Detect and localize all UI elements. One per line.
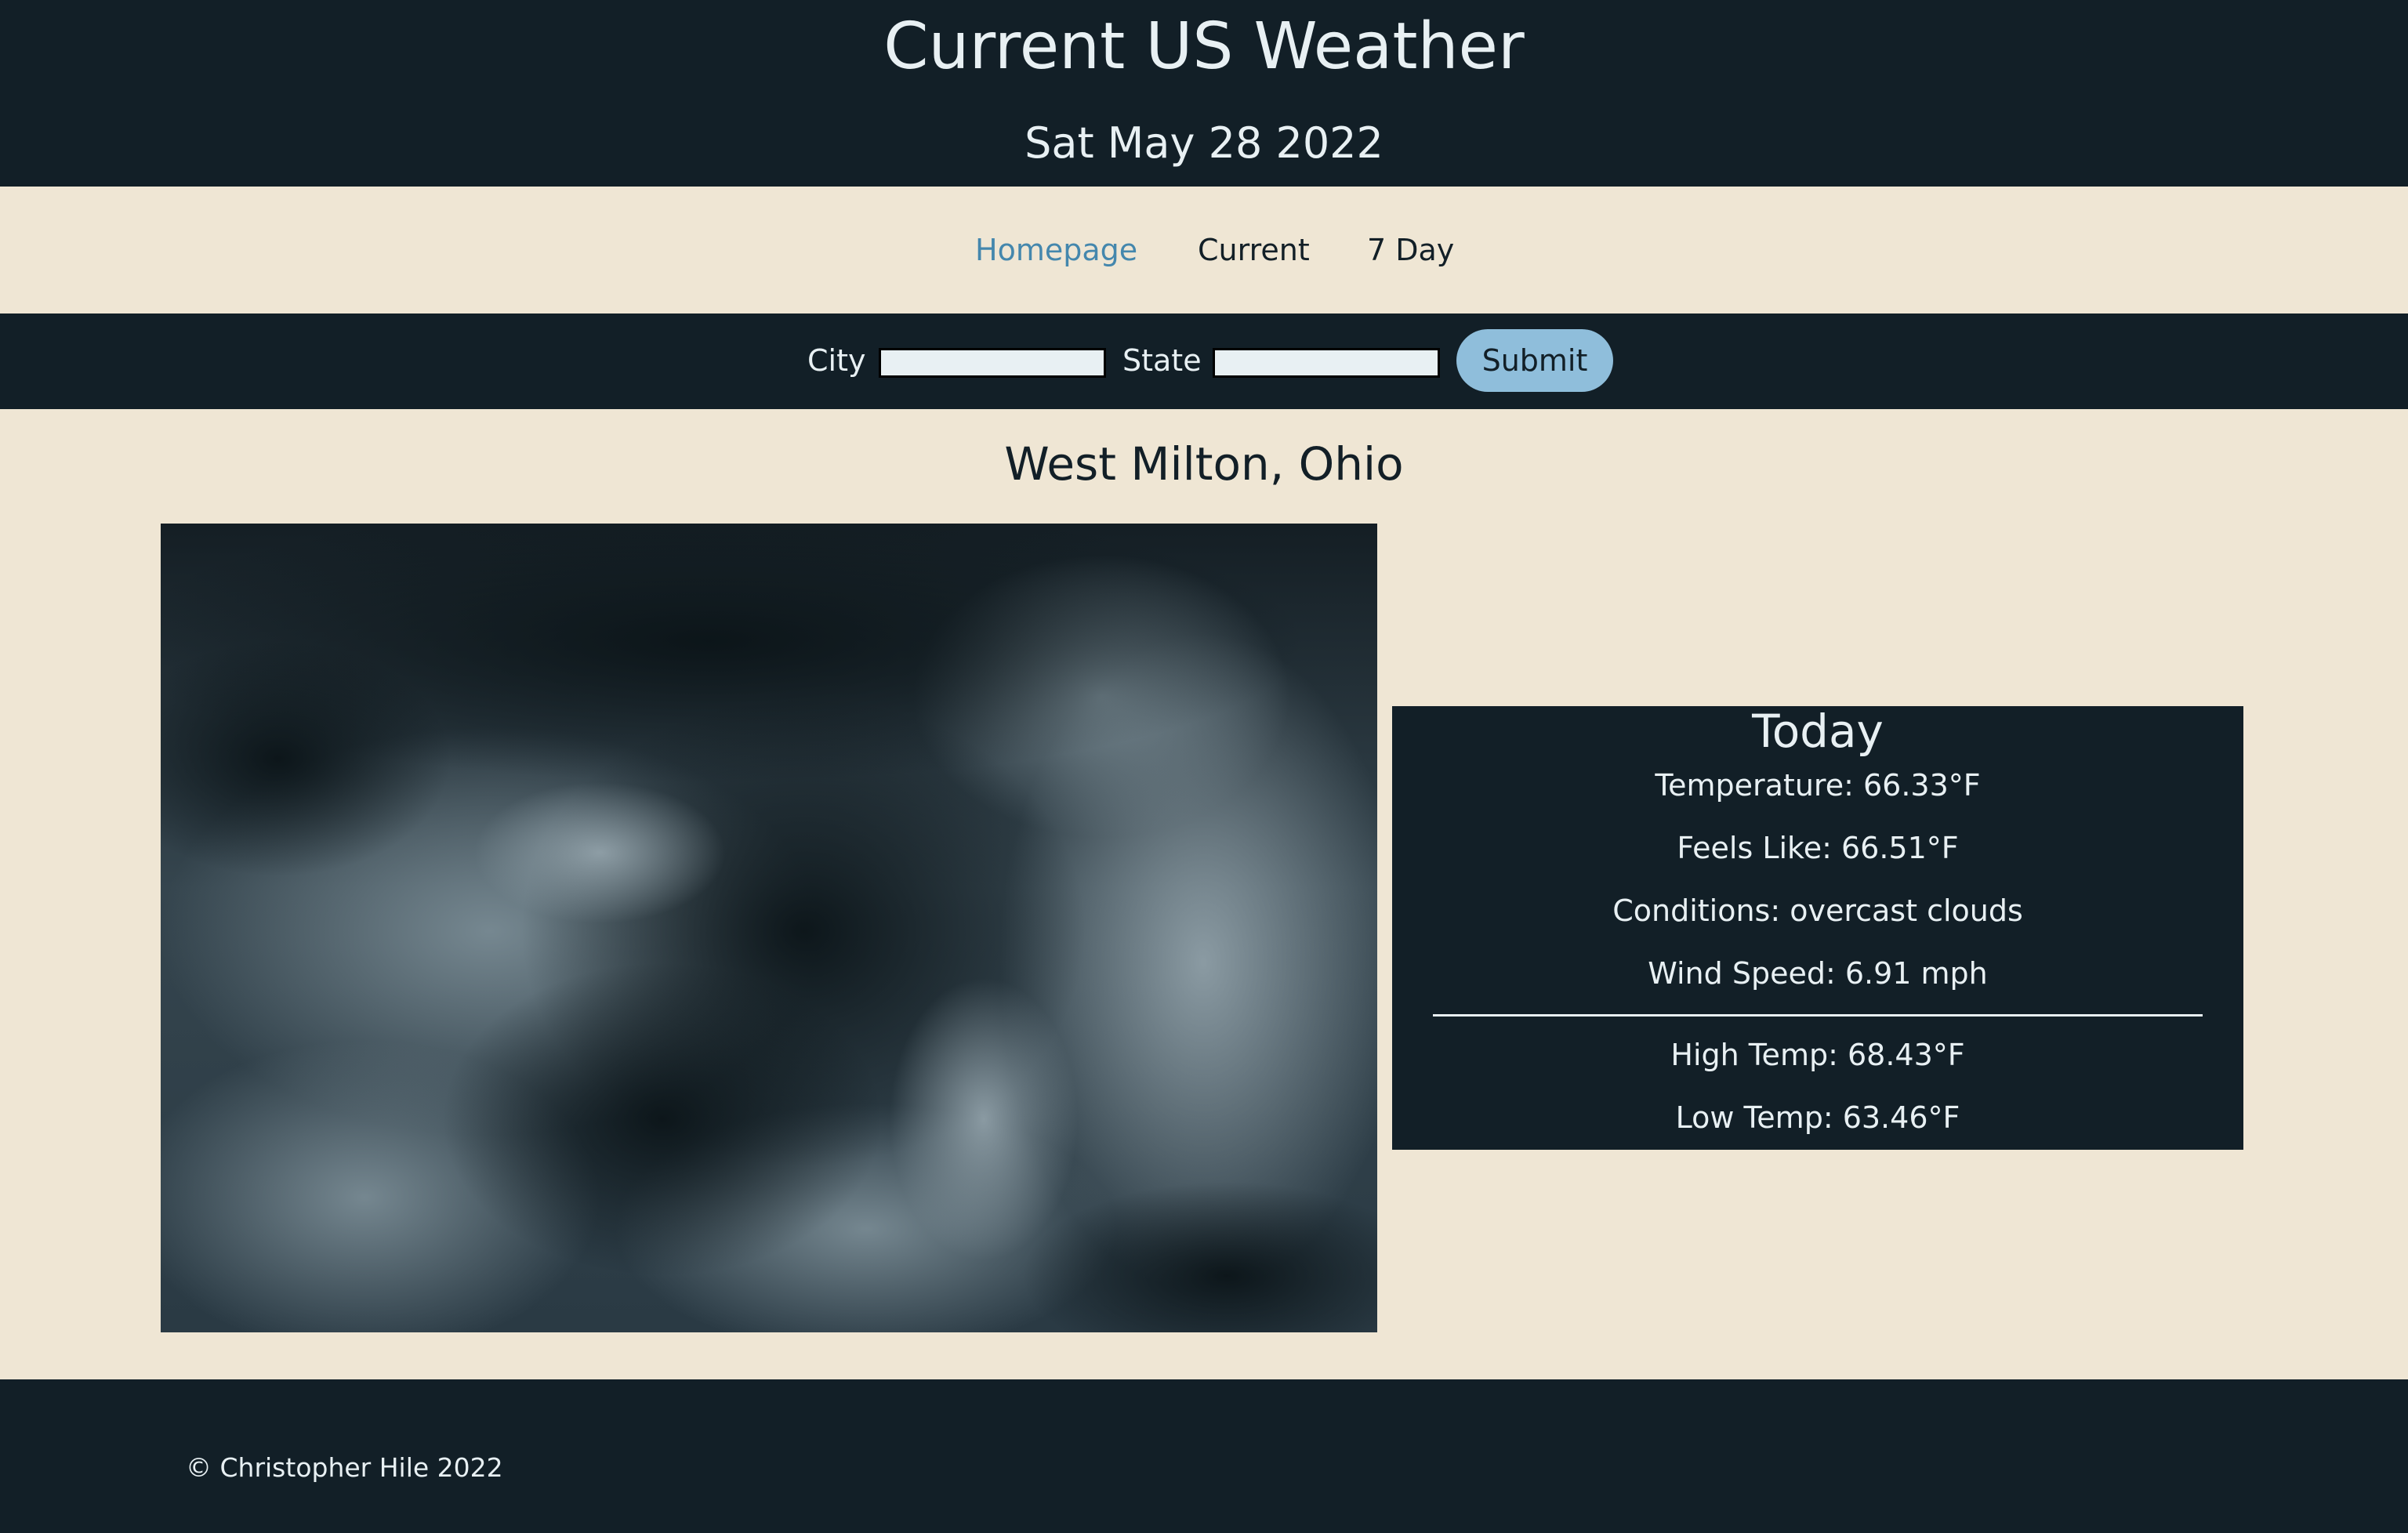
card-divider [1433,1014,2203,1017]
city-input[interactable] [879,348,1106,378]
site-header: Current US Weather Sat May 28 2022 [0,0,2408,187]
current-date: Sat May 28 2022 [1024,118,1384,168]
nav-link-homepage[interactable]: Homepage [975,230,1137,270]
location-heading: West Milton, Ohio [1004,437,1404,491]
submit-button[interactable]: Submit [1456,329,1613,392]
temperature-value: Temperature: 66.33°F [1655,768,1981,803]
state-label: State [1122,343,1202,378]
feels-like-value: Feels Like: 66.51°F [1677,831,1959,865]
low-temp-value: Low Temp: 63.46°F [1675,1100,1960,1135]
storm-clouds-graphic [161,524,1377,1332]
location-search-form: City State Submit [0,313,2408,409]
copyright-text: © Christopher Hile 2022 [186,1452,503,1483]
state-input[interactable] [1213,348,1440,378]
conditions-value: Conditions: overcast clouds [1612,893,2023,928]
site-footer: © Christopher Hile 2022 [0,1379,2408,1533]
city-label: City [807,343,866,378]
high-temp-value: High Temp: 68.43°F [1670,1038,1965,1072]
today-weather-card: Today Temperature: 66.33°F Feels Like: 6… [1392,706,2243,1150]
nav-link-7-day[interactable]: 7 Day [1367,230,1454,270]
site-title: Current US Weather [883,9,1525,84]
weather-condition-image [161,524,1377,1332]
main-nav: Homepage Current 7 Day [0,187,2408,313]
wind-speed-value: Wind Speed: 6.91 mph [1648,956,1988,991]
today-title: Today [1752,705,1884,758]
nav-link-current[interactable]: Current [1198,230,1310,270]
